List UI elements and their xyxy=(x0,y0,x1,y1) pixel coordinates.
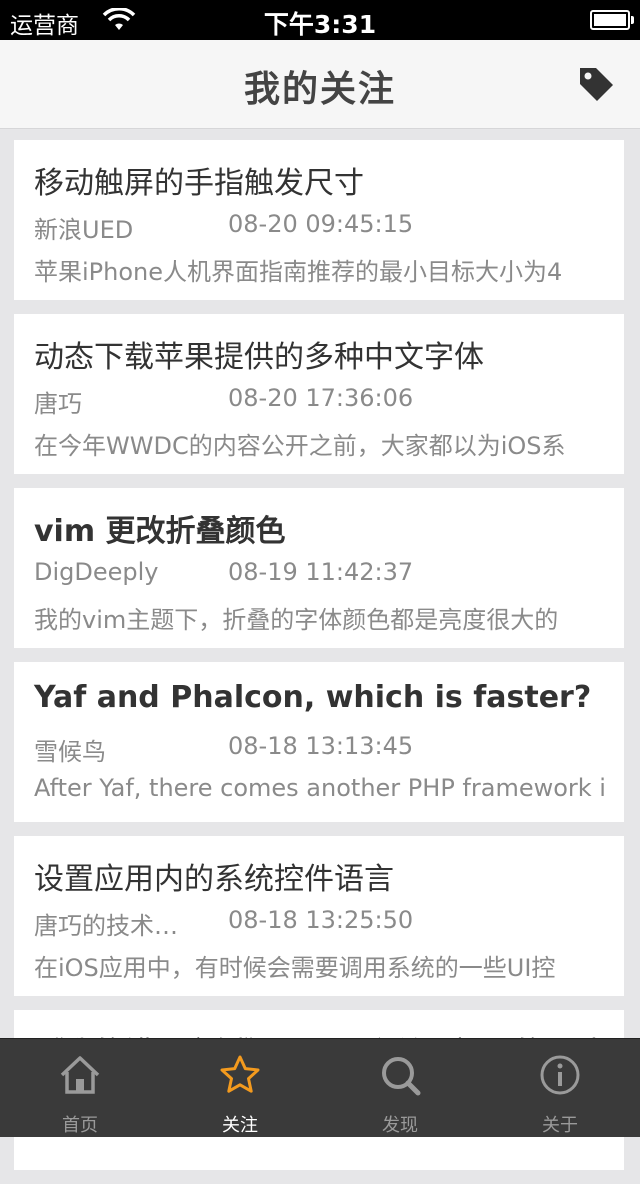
article-card[interactable]: 动态下载苹果提供的多种中文字体 唐巧 08-20 17:36:06 在今年WWD… xyxy=(14,314,624,474)
tab-label: 关注 xyxy=(222,1115,258,1136)
article-title: Yaf and Phalcon, which is faster? xyxy=(34,680,592,715)
tab-label: 发现 xyxy=(382,1115,418,1136)
navigation-bar: 我的关注 xyxy=(0,40,640,129)
article-date: 08-18 13:13:45 xyxy=(228,732,414,760)
article-title: 设置应用内的系统控件语言 xyxy=(34,862,394,897)
article-summary: 我的vim主题下，折叠的字体颜色都是亮度很大的 xyxy=(34,606,559,634)
article-card[interactable]: Yaf and Phalcon, which is faster? 雪候鸟 08… xyxy=(14,662,624,822)
article-date: 08-20 09:45:15 xyxy=(228,210,414,238)
tab-discover[interactable]: 发现 xyxy=(320,1039,480,1137)
article-card[interactable]: 移动触屏的手指触发尺寸 新浪UED 08-20 09:45:15 苹果iPhon… xyxy=(14,140,624,300)
article-title: 移动触屏的手指触发尺寸 xyxy=(34,166,364,201)
article-author: 唐巧 xyxy=(34,390,82,418)
article-author: DigDeeply xyxy=(34,558,159,586)
star-icon xyxy=(220,1055,260,1093)
article-card[interactable]: 设置应用内的系统控件语言 唐巧的技术… 08-18 13:25:50 在iOS应… xyxy=(14,836,624,996)
article-author: 新浪UED xyxy=(34,216,134,244)
tab-label: 关于 xyxy=(542,1115,578,1136)
article-card[interactable]: vim 更改折叠颜色 DigDeeply 08-19 11:42:37 我的vi… xyxy=(14,488,624,648)
article-summary: 在今年WWDC的内容公开之前，大家都以为iOS系 xyxy=(34,432,566,460)
info-icon xyxy=(540,1055,580,1095)
article-author: 唐巧的技术… xyxy=(34,912,178,940)
article-author: 雪候鸟 xyxy=(34,738,106,766)
tab-home[interactable]: 首页 xyxy=(0,1039,160,1137)
article-title: vim 更改折叠颜色 xyxy=(34,514,286,549)
page-title: 我的关注 xyxy=(243,69,396,110)
article-title: 动态下载苹果提供的多种中文字体 xyxy=(34,340,484,375)
tab-about[interactable]: 关于 xyxy=(480,1039,640,1137)
article-list: 移动触屏的手指触发尺寸 新浪UED 08-20 09:45:15 苹果iPhon… xyxy=(14,140,624,1184)
article-summary: 在iOS应用中，有时候会需要调用系统的一些UI控 xyxy=(34,954,556,982)
tab-label: 首页 xyxy=(62,1115,98,1136)
battery-icon xyxy=(590,10,634,30)
article-summary: 苹果iPhone人机界面指南推荐的最小目标大小为4 xyxy=(34,258,563,286)
article-date: 08-19 11:42:37 xyxy=(228,558,414,586)
home-icon xyxy=(60,1056,100,1094)
search-icon xyxy=(382,1057,421,1096)
article-date: 08-20 17:36:06 xyxy=(228,384,414,412)
tag-icon[interactable] xyxy=(576,64,616,104)
article-date: 08-18 13:25:50 xyxy=(228,906,414,934)
status-bar: 运营商 下午3:31 xyxy=(0,0,640,40)
tab-bar: 首页 关注 发现 关于 xyxy=(0,1038,640,1137)
status-time: 下午3:31 xyxy=(263,10,377,39)
tab-follow[interactable]: 关注 xyxy=(160,1039,320,1137)
article-summary: After Yaf, there comes another PHP frame… xyxy=(34,774,604,802)
